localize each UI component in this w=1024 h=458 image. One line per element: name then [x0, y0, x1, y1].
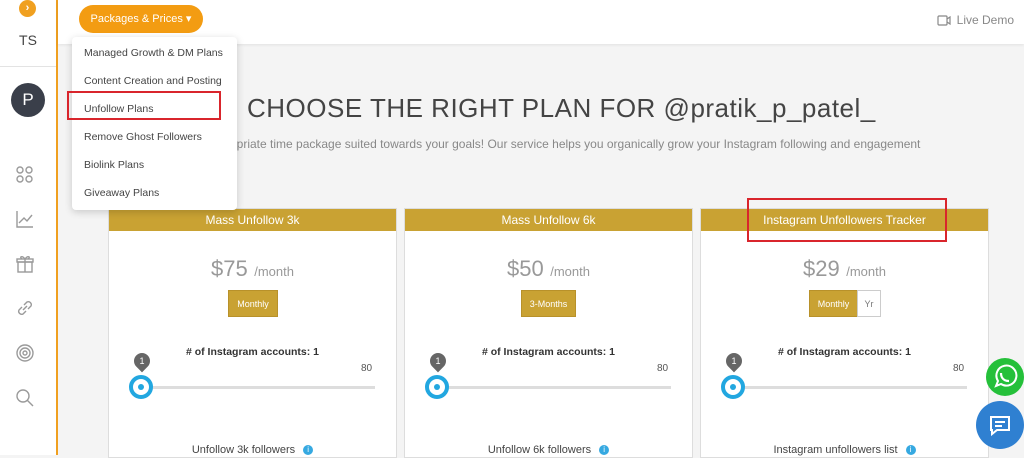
- video-camera-icon: [937, 14, 951, 26]
- chat-button[interactable]: [976, 401, 1024, 449]
- sidebar: › TS P: [0, 0, 58, 455]
- plan-price: $75 /month: [109, 256, 396, 282]
- accounts-slider-track[interactable]: [731, 386, 967, 389]
- page-subtitle: opriate time package suited towards your…: [230, 137, 921, 151]
- price-period: /month: [846, 264, 886, 279]
- chevron-right-icon: ›: [25, 2, 30, 14]
- plan-card-title: Mass Unfollow 6k: [405, 209, 692, 231]
- price-period: /month: [550, 264, 590, 279]
- period-monthly-button[interactable]: Monthly: [228, 290, 278, 317]
- accounts-slider-handle[interactable]: [425, 375, 449, 399]
- plan-price: $29 /month: [701, 256, 988, 282]
- info-icon[interactable]: i: [599, 445, 610, 456]
- menu-item-content-creation[interactable]: Content Creation and Posting: [84, 75, 222, 87]
- menu-item-giveaway-plans[interactable]: Giveaway Plans: [84, 187, 159, 199]
- info-icon[interactable]: i: [303, 445, 314, 456]
- menu-item-biolink-plans[interactable]: Biolink Plans: [84, 159, 144, 171]
- plan-feature-text: Unfollow 6k followers: [487, 444, 592, 456]
- plan-feature-text: Unfollow 3k followers: [191, 444, 296, 456]
- slider-value-tooltip: 1: [130, 349, 154, 373]
- accounts-slider-track[interactable]: [139, 386, 375, 389]
- expand-sidebar-button[interactable]: ›: [19, 0, 36, 17]
- plan-card-title: Mass Unfollow 3k: [109, 209, 396, 231]
- price-amount: $29: [803, 256, 840, 281]
- slider-value-tooltip: 1: [722, 349, 746, 373]
- plan-price: $50 /month: [405, 256, 692, 282]
- avatar[interactable]: P: [11, 83, 45, 117]
- period-monthly-button[interactable]: Monthly: [809, 290, 858, 317]
- accounts-label: # of Instagram accounts: 1: [481, 346, 616, 358]
- accounts-slider-track[interactable]: [435, 386, 671, 389]
- period-3-months-button[interactable]: 3-Months: [521, 290, 576, 317]
- packages-prices-button[interactable]: Packages & Prices ▾: [79, 5, 203, 33]
- live-demo-link[interactable]: Live Demo: [937, 13, 1014, 27]
- slider-max-label: 80: [361, 363, 373, 374]
- packages-dropdown-menu: Managed Growth & DM Plans Content Creati…: [67, 37, 237, 210]
- whatsapp-button[interactable]: [986, 358, 1024, 396]
- annotation-highlight-box: [67, 91, 221, 120]
- plan-feature: Unfollow 3k followers i: [109, 444, 396, 456]
- accounts-label: # of Instagram accounts: 1: [777, 346, 912, 358]
- menu-item-remove-ghost-followers[interactable]: Remove Ghost Followers: [84, 131, 202, 143]
- page-title: CHOOSE THE RIGHT PLAN FOR @pratik_p_pate…: [247, 93, 876, 123]
- target-icon[interactable]: [15, 343, 35, 363]
- search-icon[interactable]: [15, 388, 35, 408]
- plan-feature-text: Instagram unfollowers list: [773, 444, 898, 456]
- price-amount: $50: [507, 256, 544, 281]
- price-period: /month: [254, 264, 294, 279]
- period-yearly-button[interactable]: Yr: [857, 290, 881, 317]
- plan-card-mass-unfollow-6k: Mass Unfollow 6k $50 /month 3-Months # o…: [404, 208, 693, 458]
- gift-icon[interactable]: [15, 254, 35, 274]
- grid-icon[interactable]: [15, 165, 35, 185]
- menu-item-managed-growth[interactable]: Managed Growth & DM Plans: [84, 47, 223, 59]
- plan-card-mass-unfollow-3k: Mass Unfollow 3k $75 /month Monthly # of…: [108, 208, 397, 458]
- price-amount: $75: [211, 256, 248, 281]
- sidebar-divider: [0, 66, 56, 67]
- link-icon[interactable]: [15, 298, 35, 318]
- annotation-highlight-box: [747, 198, 947, 242]
- slider-value-tooltip: 1: [426, 349, 450, 373]
- whatsapp-icon: [994, 364, 1018, 388]
- accounts-slider-handle[interactable]: [721, 375, 745, 399]
- plan-card-unfollowers-tracker: Instagram Unfollowers Tracker $29 /month…: [700, 208, 989, 458]
- chat-icon: [990, 416, 1010, 437]
- plan-feature: Instagram unfollowers list i: [701, 444, 988, 456]
- slider-max-label: 80: [953, 363, 965, 374]
- chart-icon[interactable]: [15, 209, 35, 229]
- live-demo-label: Live Demo: [956, 13, 1014, 27]
- accounts-label: # of Instagram accounts: 1: [185, 346, 320, 358]
- workspace-initials: TS: [19, 32, 37, 48]
- accounts-slider-handle[interactable]: [129, 375, 153, 399]
- slider-max-label: 80: [657, 363, 669, 374]
- plan-feature: Unfollow 6k followers i: [405, 444, 692, 456]
- info-icon[interactable]: i: [905, 445, 916, 456]
